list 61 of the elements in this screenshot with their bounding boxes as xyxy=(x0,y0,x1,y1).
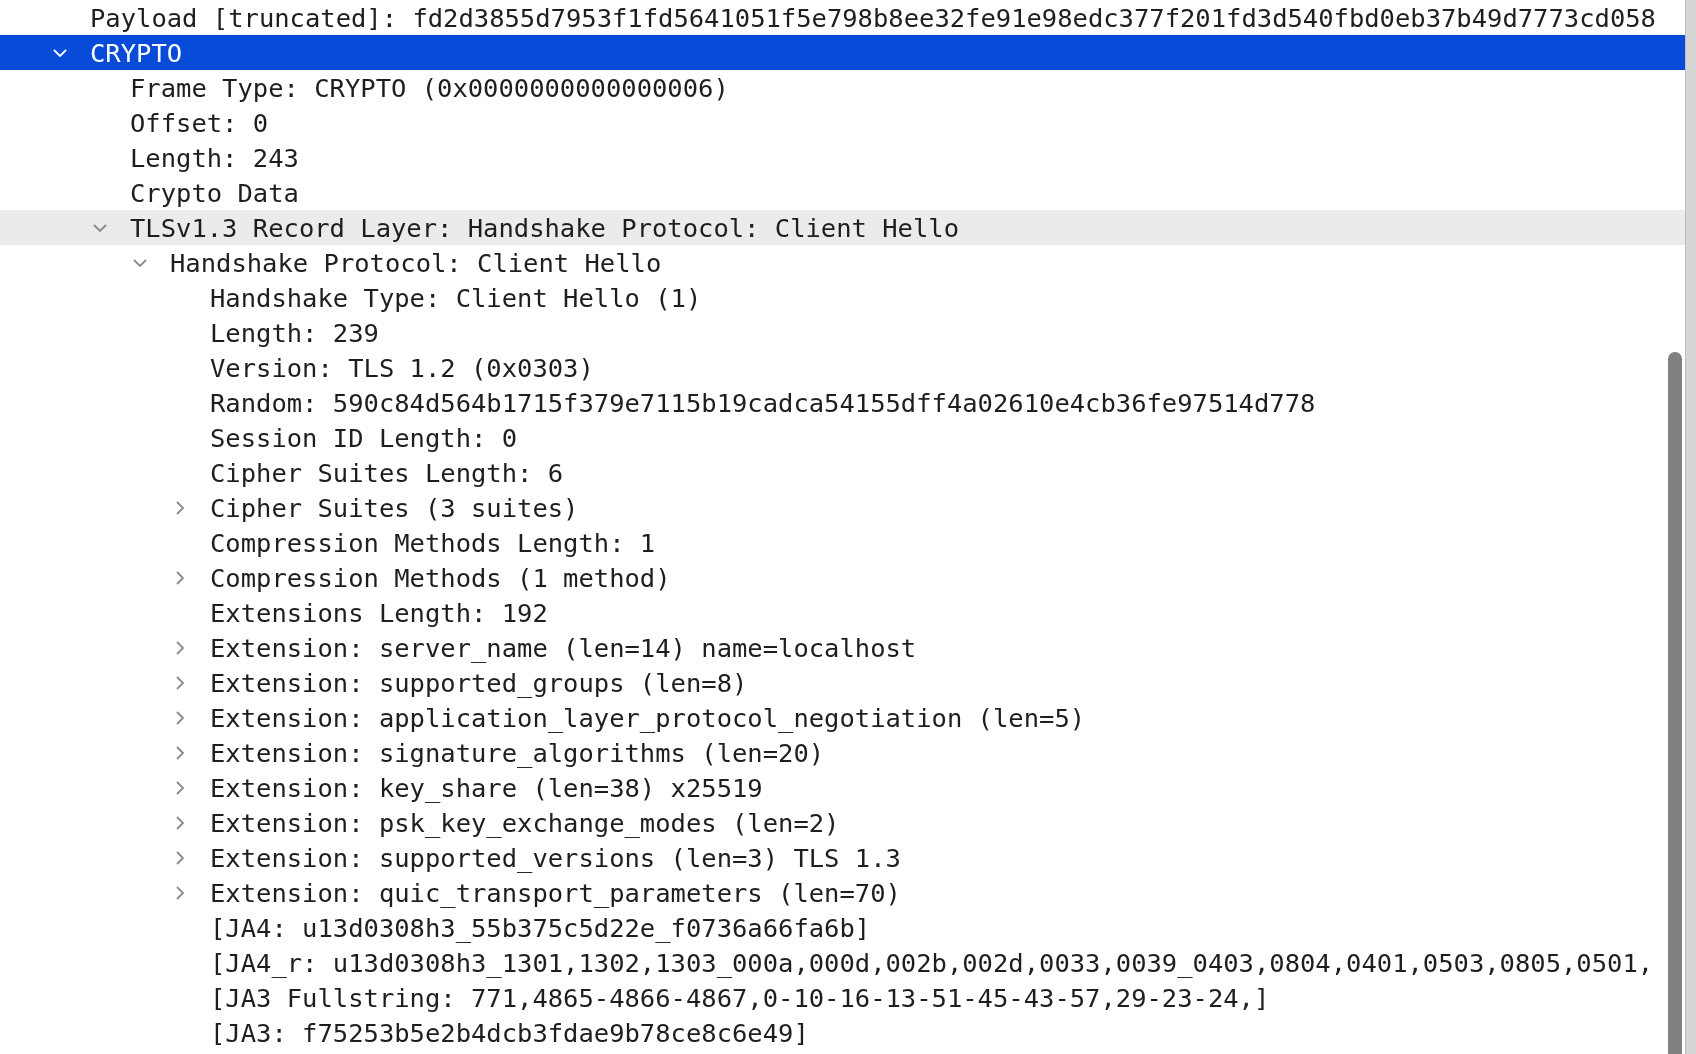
tree-row[interactable]: Extension: key_share (len=38) x25519 xyxy=(0,770,1686,805)
row-text: Compression Methods Length: 1 xyxy=(210,527,656,558)
row-text: TLSv1.3 Record Layer: Handshake Protocol: Client Hello xyxy=(130,212,960,243)
tree-row[interactable]: [JA4: u13d0308h3_55b375c5d22e_f0736a66fa6b] xyxy=(0,910,1686,945)
tree-row[interactable]: Session ID Length: 0 xyxy=(0,420,1686,455)
row-text: Offset: 0 xyxy=(130,107,269,138)
row-text: Crypto Data xyxy=(130,177,299,208)
row-text: Version: TLS 1.2 (0x0303) xyxy=(210,352,594,383)
tree-row[interactable]: Handshake Type: Client Hello (1) xyxy=(0,280,1686,315)
tree-row[interactable]: Extension: application_layer_protocol_negotiation (len=5) xyxy=(0,700,1686,735)
row-text: [JA3: f75253b5e2b4dcb3fdae9b78ce8c6e49] xyxy=(210,1017,809,1048)
row-text: Extension: signature_algorithms (len=20) xyxy=(210,737,825,768)
row-text: Payload [truncated]: fd2d3855d7953f1fd5641051f5e798b8ee32fe91e98edc377f201fd3d540fbd0eb37b49d7773cd058 xyxy=(90,2,1656,33)
tree-row[interactable]: Extension: server_name (len=14) name=localhost xyxy=(0,630,1686,665)
tree-row[interactable]: Random: 590c84d564b1715f379e7115b19cadca54155dff4a02610e4cb36fe97514d778 xyxy=(0,385,1686,420)
tree-row[interactable]: Length: 239 xyxy=(0,315,1686,350)
tree-row[interactable]: Cipher Suites Length: 6 xyxy=(0,455,1686,490)
tree-row[interactable]: TLSv1.3 Record Layer: Handshake Protocol: Client Hello xyxy=(0,210,1686,245)
row-text: Random: 590c84d564b1715f379e7115b19cadca54155dff4a02610e4cb36fe97514d778 xyxy=(210,387,1316,418)
row-text: CRYPTO xyxy=(90,37,183,68)
row-text: Extension: quic_transport_parameters (len=70) xyxy=(210,877,901,908)
row-text: Extension: application_layer_protocol_negotiation (len=5) xyxy=(210,702,1086,733)
row-text: Extension: supported_groups (len=8) xyxy=(210,667,748,698)
tree-row[interactable]: Offset: 0 xyxy=(0,105,1686,140)
tree-row[interactable]: Version: TLS 1.2 (0x0303) xyxy=(0,350,1686,385)
tree-row[interactable]: CRYPTO xyxy=(0,35,1686,70)
tree-row[interactable]: Extension: psk_key_exchange_modes (len=2) xyxy=(0,805,1686,840)
tree-row[interactable]: [JA3 Fullstring: 771,4865-4866-4867,0-10-16-13-51-45-43-57,29-23-24,] xyxy=(0,980,1686,1015)
row-text: [JA3 Fullstring: 771,4865-4866-4867,0-10-16-13-51-45-43-57,29-23-24,] xyxy=(210,982,1270,1013)
tree-row[interactable]: Cipher Suites (3 suites) xyxy=(0,490,1686,525)
row-text: Extension: supported_versions (len=3) TLS 1.3 xyxy=(210,842,901,873)
row-text: Extension: key_share (len=38) x25519 xyxy=(210,772,763,803)
tree-row[interactable]: Extensions Length: 192 xyxy=(0,595,1686,630)
scrollbar-thumb[interactable] xyxy=(1668,352,1682,1054)
tree-row[interactable]: [JA3: f75253b5e2b4dcb3fdae9b78ce8c6e49] xyxy=(0,1015,1686,1050)
tree-row[interactable]: [JA4_r: u13d0308h3_1301,1302,1303_000a,000d,002b,002d,0033,0039_0403,0804,0401,0503,0805,0501, xyxy=(0,945,1686,980)
row-text: Compression Methods (1 method) xyxy=(210,562,671,593)
row-text: Extension: server_name (len=14) name=localhost xyxy=(210,632,917,663)
tree-row[interactable]: Frame Type: CRYPTO (0x0000000000000006) xyxy=(0,70,1686,105)
row-text: Length: 243 xyxy=(130,142,299,173)
row-text: Extensions Length: 192 xyxy=(210,597,548,628)
row-text: Extension: psk_key_exchange_modes (len=2) xyxy=(210,807,840,838)
tree-row[interactable]: Length: 243 xyxy=(0,140,1686,175)
row-text: Cipher Suites Length: 6 xyxy=(210,457,564,488)
tree-row[interactable]: Crypto Data xyxy=(0,175,1686,210)
tree-row[interactable]: Extension: quic_transport_parameters (len=70) xyxy=(0,875,1686,910)
tree-row[interactable]: Handshake Protocol: Client Hello xyxy=(0,245,1686,280)
tree-row[interactable]: Compression Methods (1 method) xyxy=(0,560,1686,595)
row-text: Handshake Protocol: Client Hello xyxy=(170,247,662,278)
tree-row[interactable]: Extension: supported_groups (len=8) xyxy=(0,665,1686,700)
tree-row[interactable]: Compression Methods Length: 1 xyxy=(0,525,1686,560)
row-text: Frame Type: CRYPTO (0x0000000000000006) xyxy=(130,72,729,103)
row-text: [JA4_r: u13d0308h3_1301,1302,1303_000a,000d,002b,002d,0033,0039_0403,0804,0401,0503,0805,0501, xyxy=(210,947,1654,978)
tree-row[interactable]: Extension: supported_versions (len=3) TLS 1.3 xyxy=(0,840,1686,875)
row-text: [JA4: u13d0308h3_55b375c5d22e_f0736a66fa6b] xyxy=(210,912,871,943)
row-text: Handshake Type: Client Hello (1) xyxy=(210,282,702,313)
tree-row[interactable]: Payload [truncated]: fd2d3855d7953f1fd5641051f5e798b8ee32fe91e98edc377f201fd3d540fbd0eb37b49d7773cd058 xyxy=(0,0,1686,35)
row-text: Session ID Length: 0 xyxy=(210,422,518,453)
row-text: Cipher Suites (3 suites) xyxy=(210,492,579,523)
tree-row[interactable]: Extension: signature_algorithms (len=20) xyxy=(0,735,1686,770)
row-text: Length: 239 xyxy=(210,317,379,348)
